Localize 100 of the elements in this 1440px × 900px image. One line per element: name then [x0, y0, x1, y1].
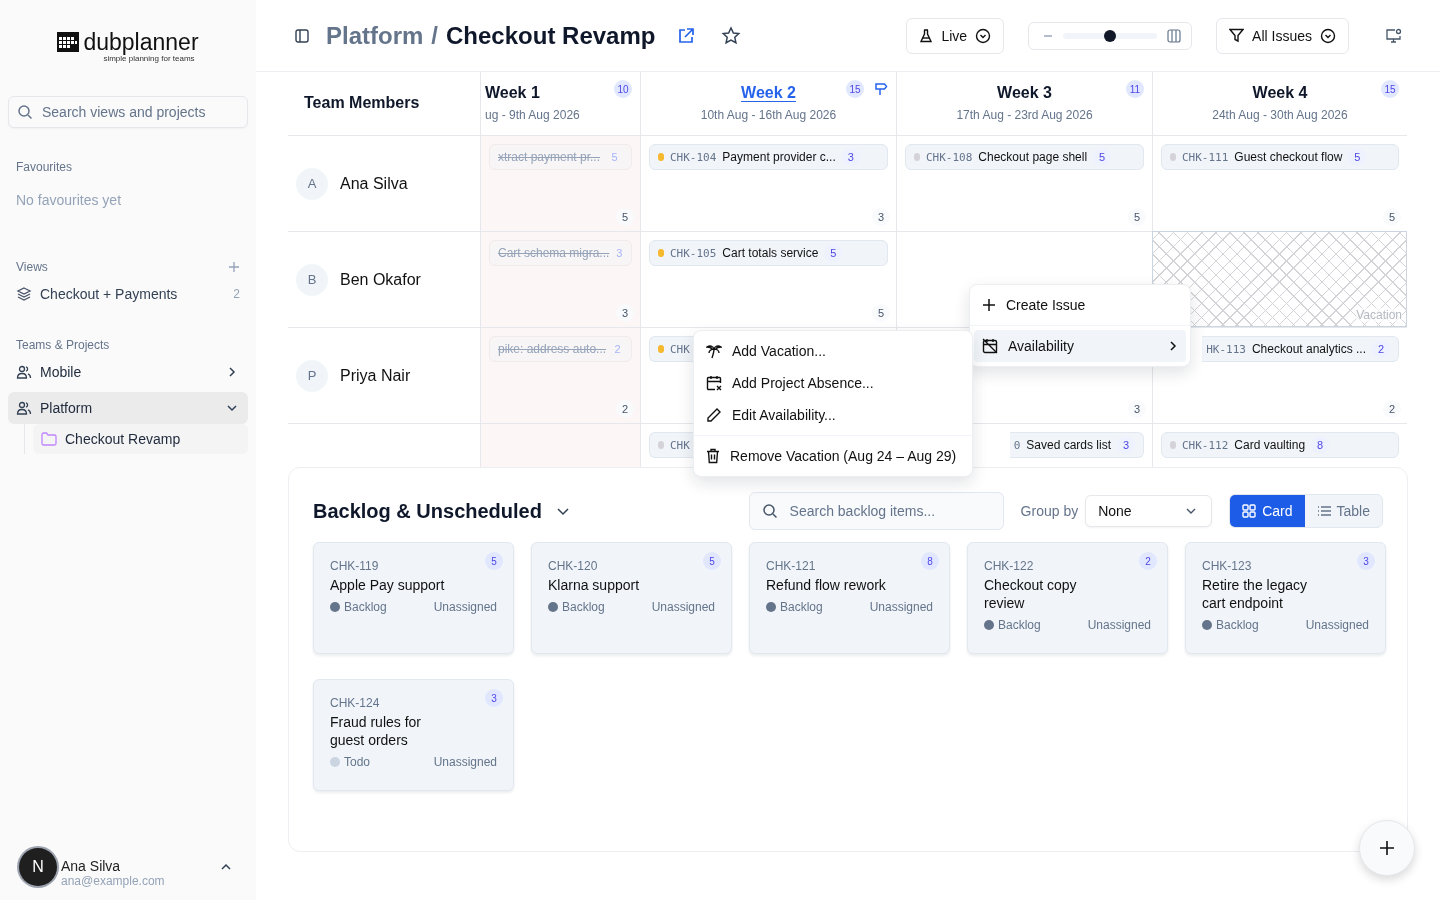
issue-card[interactable]: CHK-124 Fraud rules for guest orders Todo Unassigned 3 — [313, 679, 514, 791]
task-chip[interactable]: CHK-108 Checkout page shell 5 — [905, 144, 1144, 170]
week-dates: ug - 9th Aug 2026 — [485, 108, 580, 122]
week-title[interactable]: Week 2 — [741, 84, 796, 102]
menu-item[interactable]: Add Project Absence... — [698, 367, 968, 399]
cell-total: 2 — [1383, 400, 1401, 418]
task-chip[interactable]: CHK-111 Guest checkout flow 5 — [1161, 144, 1399, 170]
issue-title: Retire the legacy cart endpoint — [1202, 576, 1309, 612]
team-item[interactable]: Platform — [8, 392, 248, 424]
issue-status: Todo — [344, 755, 372, 769]
list-icon — [1316, 505, 1331, 517]
group-by-label: Group by — [1020, 503, 1079, 519]
external-link-icon[interactable] — [677, 26, 696, 45]
issue-card[interactable]: CHK-121 Refund flow rework Backlog Unassigned 8 — [749, 542, 950, 654]
chevron-down-icon — [226, 402, 238, 414]
menu-item[interactable]: Availability — [974, 330, 1186, 362]
plus-icon — [1378, 839, 1396, 857]
member-name: Ana Silva — [340, 174, 408, 193]
week-title: Week 3 — [997, 84, 1052, 102]
menu-item[interactable]: Create Issue — [974, 289, 1186, 321]
points-badge: 2 — [1139, 552, 1157, 570]
user-email: ana@example.com — [61, 874, 166, 888]
issue-assignee: Unassigned — [433, 600, 497, 614]
pencil-icon — [706, 407, 722, 423]
issue-title: Checkout copy review — [984, 576, 1078, 612]
count-badge: 11 — [1126, 80, 1144, 98]
issue-status: Backlog — [344, 600, 388, 614]
task-chip[interactable]: CHK-112 Card vaulting 8 — [1161, 432, 1399, 458]
issue-title: Klarna support — [548, 576, 640, 594]
filter-button[interactable]: All Issues — [1216, 17, 1349, 54]
issue-status: Backlog — [998, 618, 1042, 632]
calendar-x-icon — [706, 375, 722, 391]
member-avatar: A — [296, 167, 328, 200]
group-by-select[interactable]: None — [1085, 495, 1213, 527]
monitor-icon[interactable] — [1385, 27, 1402, 44]
team-item[interactable]: Mobile — [8, 356, 248, 388]
view-item[interactable]: Checkout + Payments 2 — [8, 278, 248, 310]
issue-id: CHK-120 — [548, 559, 598, 573]
chevron-circle-icon — [975, 27, 992, 44]
signpost-icon[interactable] — [874, 82, 888, 96]
issue-id: CHK-119 — [330, 559, 379, 573]
cell-total: 3 — [872, 208, 890, 226]
filter-icon — [1229, 28, 1245, 43]
cell-total: 5 — [1383, 208, 1401, 226]
issue-card[interactable]: CHK-122 Checkout copy review Backlog Unassigned 2 — [967, 542, 1168, 654]
trash-icon — [706, 448, 720, 464]
task-chip[interactable]: 0 Saved cards list 3 — [1009, 432, 1144, 458]
menu-item[interactable]: Add Vacation... — [698, 335, 968, 367]
search-field[interactable]: Search views and projects — [8, 96, 248, 128]
section-heading: Views — [15, 260, 48, 274]
project-item[interactable]: Checkout Revamp — [33, 424, 248, 454]
slider-thumb[interactable] — [1104, 29, 1117, 42]
user-avatar: N — [19, 848, 57, 886]
issue-title: Apple Pay support — [330, 576, 445, 594]
task-chip[interactable]: HK-113 Checkout analytics ... 2 — [1202, 336, 1399, 362]
points-badge: 3 — [485, 689, 503, 707]
issue-id: CHK-122 — [984, 559, 1034, 573]
search-field[interactable]: Search backlog items... — [748, 492, 1004, 530]
breadcrumb-link[interactable]: Platform — [326, 21, 424, 50]
user-name: Ana Silva — [61, 858, 122, 874]
member-name: Priya Nair — [340, 366, 411, 385]
palm-tree-icon — [706, 343, 722, 359]
issue-card[interactable]: CHK-120 Klarna support Backlog Unassigned 5 — [531, 542, 732, 654]
issue-status: Backlog — [562, 600, 606, 614]
sidebar-toggle-icon[interactable] — [295, 28, 309, 43]
issue-assignee: Unassigned — [651, 600, 715, 614]
page-title: Checkout Revamp — [446, 21, 656, 50]
points-badge: 5 — [485, 552, 503, 570]
folder-icon — [41, 432, 57, 446]
chevron-circle-icon — [1320, 27, 1336, 44]
issue-id: CHK-123 — [1202, 559, 1252, 573]
week-dates: 24th Aug - 30th Aug 2026 — [1212, 108, 1348, 122]
vacation-label: Vacation — [1356, 308, 1402, 322]
calendar-off-icon — [982, 338, 998, 354]
cell-total: 3 — [1128, 400, 1146, 418]
menu-item[interactable]: Remove Vacation (Aug 24 – Aug 29) — [698, 440, 968, 472]
view-toggle[interactable]: Table — [1304, 495, 1382, 527]
week-dates: 17th Aug - 23rd Aug 2026 — [956, 108, 1093, 122]
menu-item[interactable]: Edit Availability... — [698, 399, 968, 431]
task-chip[interactable]: CHK-104 Payment provider c... 3 — [649, 144, 888, 170]
star-icon[interactable] — [721, 25, 742, 46]
search-icon — [17, 104, 33, 120]
cell-total: 5 — [872, 304, 890, 322]
user-menu[interactable]: N Ana Silva ana@example.com — [8, 846, 248, 900]
issue-assignee: Unassigned — [1305, 618, 1369, 632]
section-heading: Teams & Projects — [15, 338, 111, 352]
columns-icon[interactable] — [1167, 28, 1182, 43]
issue-card[interactable]: CHK-123 Retire the legacy cart endpoint Backlog Unassigned 3 — [1185, 542, 1386, 654]
calendar-grid-icon — [57, 32, 80, 52]
live-button[interactable]: Live — [906, 17, 1005, 54]
view-toggle[interactable]: Card — [1230, 495, 1305, 527]
grid-icon — [1242, 504, 1257, 518]
cell-total: 3 — [616, 304, 634, 322]
issue-card[interactable]: CHK-119 Apple Pay support Backlog Unassigned 5 — [313, 542, 514, 654]
week-title: Week 1 — [485, 84, 540, 102]
issue-status: Backlog — [780, 600, 824, 614]
task-chip[interactable]: CHK-105 Cart totals service 5 — [649, 240, 888, 266]
issue-assignee: Unassigned — [433, 755, 497, 769]
zoom-slider[interactable] — [1063, 32, 1158, 39]
member-name: Ben Okafor — [340, 270, 421, 289]
